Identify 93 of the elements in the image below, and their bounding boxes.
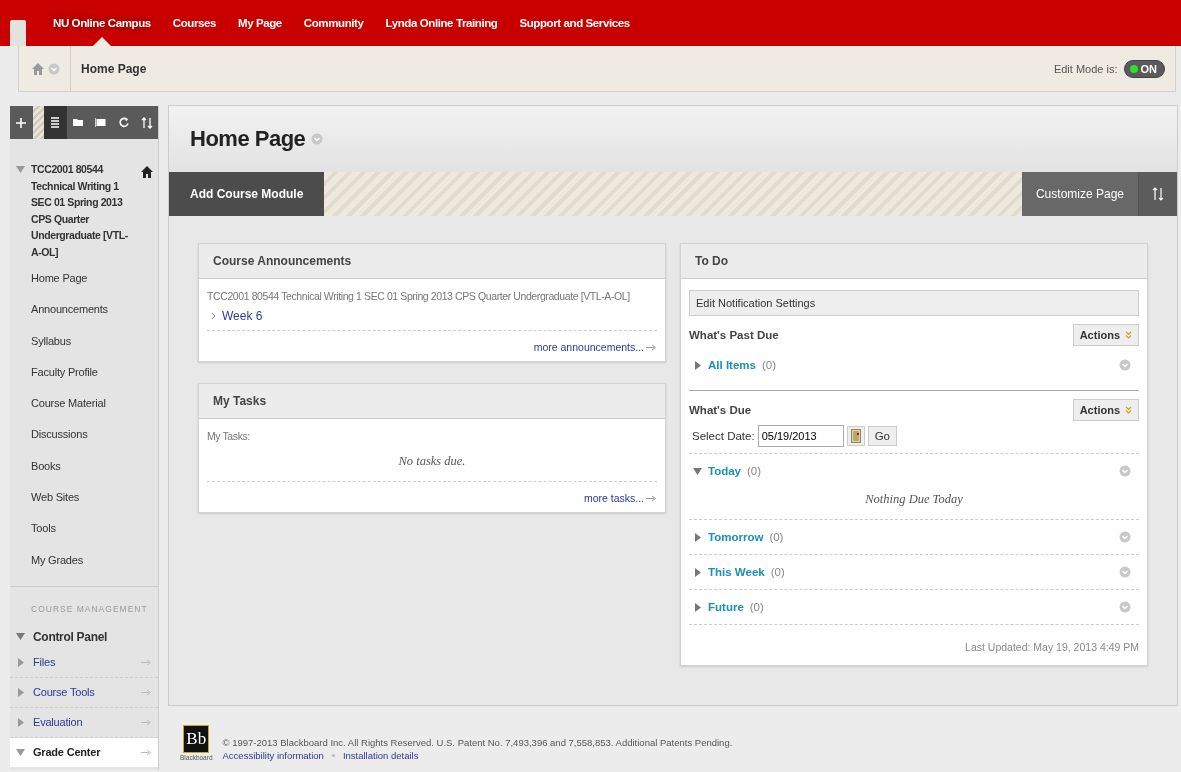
nav-tab[interactable]: Community (292, 0, 375, 46)
course-menu-item[interactable]: Books (31, 454, 158, 487)
group-link[interactable]: Today (708, 465, 741, 477)
arrow-right-icon (141, 718, 152, 726)
select-date-label: Select Date: (692, 430, 755, 442)
copyright-text: © 1997-2013 Blackboard Inc. All Rights Reserved. U.S. Patent No. 7,493,396 and 7,558,853. Additional Patents Pending. (222, 737, 733, 748)
resize-grip[interactable] (32, 106, 44, 139)
group-link[interactable]: Future (708, 601, 744, 613)
arrow-right-icon (646, 343, 657, 351)
item-count: (0) (770, 566, 786, 578)
separator-dot (331, 754, 335, 757)
edit-mode-label: Edit Mode is: (1053, 62, 1118, 75)
item-count: (0) (747, 465, 763, 477)
add-icon (15, 116, 28, 129)
arrow-right-icon (141, 658, 152, 666)
item-count: (0) (769, 531, 785, 543)
panel-handle[interactable] (10, 20, 26, 46)
go-button[interactable]: Go (867, 426, 897, 446)
course-menu-item[interactable]: Discussions (31, 423, 158, 455)
refresh-icon (118, 117, 129, 128)
more-link[interactable]: more tasks... (583, 492, 644, 504)
arrow-right-icon (646, 494, 657, 502)
group-link[interactable]: Tomorrow (708, 531, 764, 543)
control-panel-item[interactable]: Course Tools (33, 686, 133, 699)
folder-icon (73, 119, 84, 126)
module-header: My Tasks (199, 384, 665, 419)
course-title[interactable]: TCC2001 80544 Technical Writing 1 SEC 01 Spring 2013 CPS Quarter Undergraduate [VTL-A-OL] (31, 161, 134, 260)
nav-tab[interactable]: My Page (227, 0, 293, 46)
add-course-module-button[interactable]: Add Course Module (169, 172, 325, 216)
chevron-circle-icon (1119, 359, 1131, 371)
control-panel-item[interactable]: Evaluation (33, 716, 133, 729)
footer-link[interactable]: Installation details (342, 750, 419, 761)
logo: Bb (183, 725, 210, 753)
module-header: Course Announcements (199, 244, 665, 279)
window-icon (95, 118, 107, 127)
chevron-circle-icon (1119, 465, 1131, 477)
section-heading: What's Past Due (689, 329, 779, 341)
course-name: TCC2001 80544 Technical Writing 1 SEC 01 Spring 2013 CPS Quarter Undergraduate [VTL-A-OL] (207, 290, 631, 302)
control-panel-item[interactable]: Files (33, 656, 133, 669)
chevron-circle-icon (1119, 566, 1131, 578)
home-icon (140, 165, 154, 179)
footer-link[interactable]: Accessibility information (222, 750, 324, 761)
item-count: (0) (749, 601, 765, 613)
arrow-right-icon (141, 688, 152, 696)
module-header: To Do (681, 244, 1147, 279)
chevron-circle-icon (311, 133, 324, 145)
nav-tab[interactable]: Courses (161, 0, 227, 46)
course-menu-item[interactable]: Web Sites (31, 486, 158, 518)
sort-icon (140, 116, 153, 129)
page-title: Home Page (190, 126, 306, 152)
nav-tab[interactable]: NU Online Campus (42, 0, 162, 46)
announcement-link[interactable]: Week 6 (222, 309, 263, 323)
item-count: (0) (761, 359, 777, 371)
nav-tab[interactable]: Lynda Online Training (374, 0, 509, 46)
home-icon (31, 61, 45, 76)
group-link[interactable]: This Week (708, 566, 765, 578)
double-chevron-icon (1125, 331, 1132, 339)
toolbar-button[interactable] (43, 106, 67, 139)
chevron-right-icon (211, 312, 216, 320)
course-menu-item[interactable]: Home Page (31, 267, 158, 299)
date-field[interactable]: 05/19/2013 (757, 425, 844, 447)
actions-button[interactable]: Actions (1072, 324, 1139, 346)
empty-message: No tasks due. (397, 453, 467, 470)
control-panel-heading[interactable]: Control Panel (33, 629, 108, 644)
calendar-icon (850, 429, 861, 443)
course-menu-item[interactable]: Faculty Profile (31, 360, 158, 393)
course-menu-item[interactable]: Tools (31, 517, 158, 549)
group-link[interactable]: All Items (708, 359, 756, 371)
chevron-circle-icon (1119, 601, 1131, 613)
nav-tab[interactable]: Support and Services (508, 0, 641, 46)
last-updated-text: Last Updated: May 19, 2013 4:49 PM (964, 640, 1139, 655)
actions-button[interactable]: Actions (1072, 399, 1139, 421)
section-heading: COURSE MANAGEMENT (30, 603, 149, 616)
edit-notification-settings-button[interactable]: Edit Notification Settings (689, 290, 1139, 316)
course-menu-item[interactable]: Syllabus (31, 329, 158, 361)
breadcrumb-label: Home Page (81, 61, 147, 76)
chevron-circle-icon (48, 62, 60, 75)
list-icon (50, 117, 61, 128)
arrow-right-icon (141, 748, 152, 756)
chevron-circle-icon (1119, 531, 1131, 543)
course-menu-item[interactable]: Announcements (31, 298, 158, 330)
course-menu-item[interactable]: Course Material (31, 392, 158, 424)
course-menu-item[interactable]: My Grades (31, 548, 158, 580)
calendar-button[interactable] (846, 426, 865, 446)
reorder-button[interactable] (1139, 172, 1177, 216)
tasks-label: My Tasks: (207, 430, 251, 442)
more-link[interactable]: more announcements... (533, 341, 644, 353)
edit-mode-toggle[interactable]: ON (1123, 59, 1165, 78)
sort-icon (1152, 187, 1164, 201)
double-chevron-icon (1125, 406, 1132, 414)
customize-page-button[interactable]: Customize Page (1021, 172, 1139, 216)
empty-message: Nothing Due Today (864, 491, 964, 508)
section-heading: What's Due (689, 404, 752, 416)
